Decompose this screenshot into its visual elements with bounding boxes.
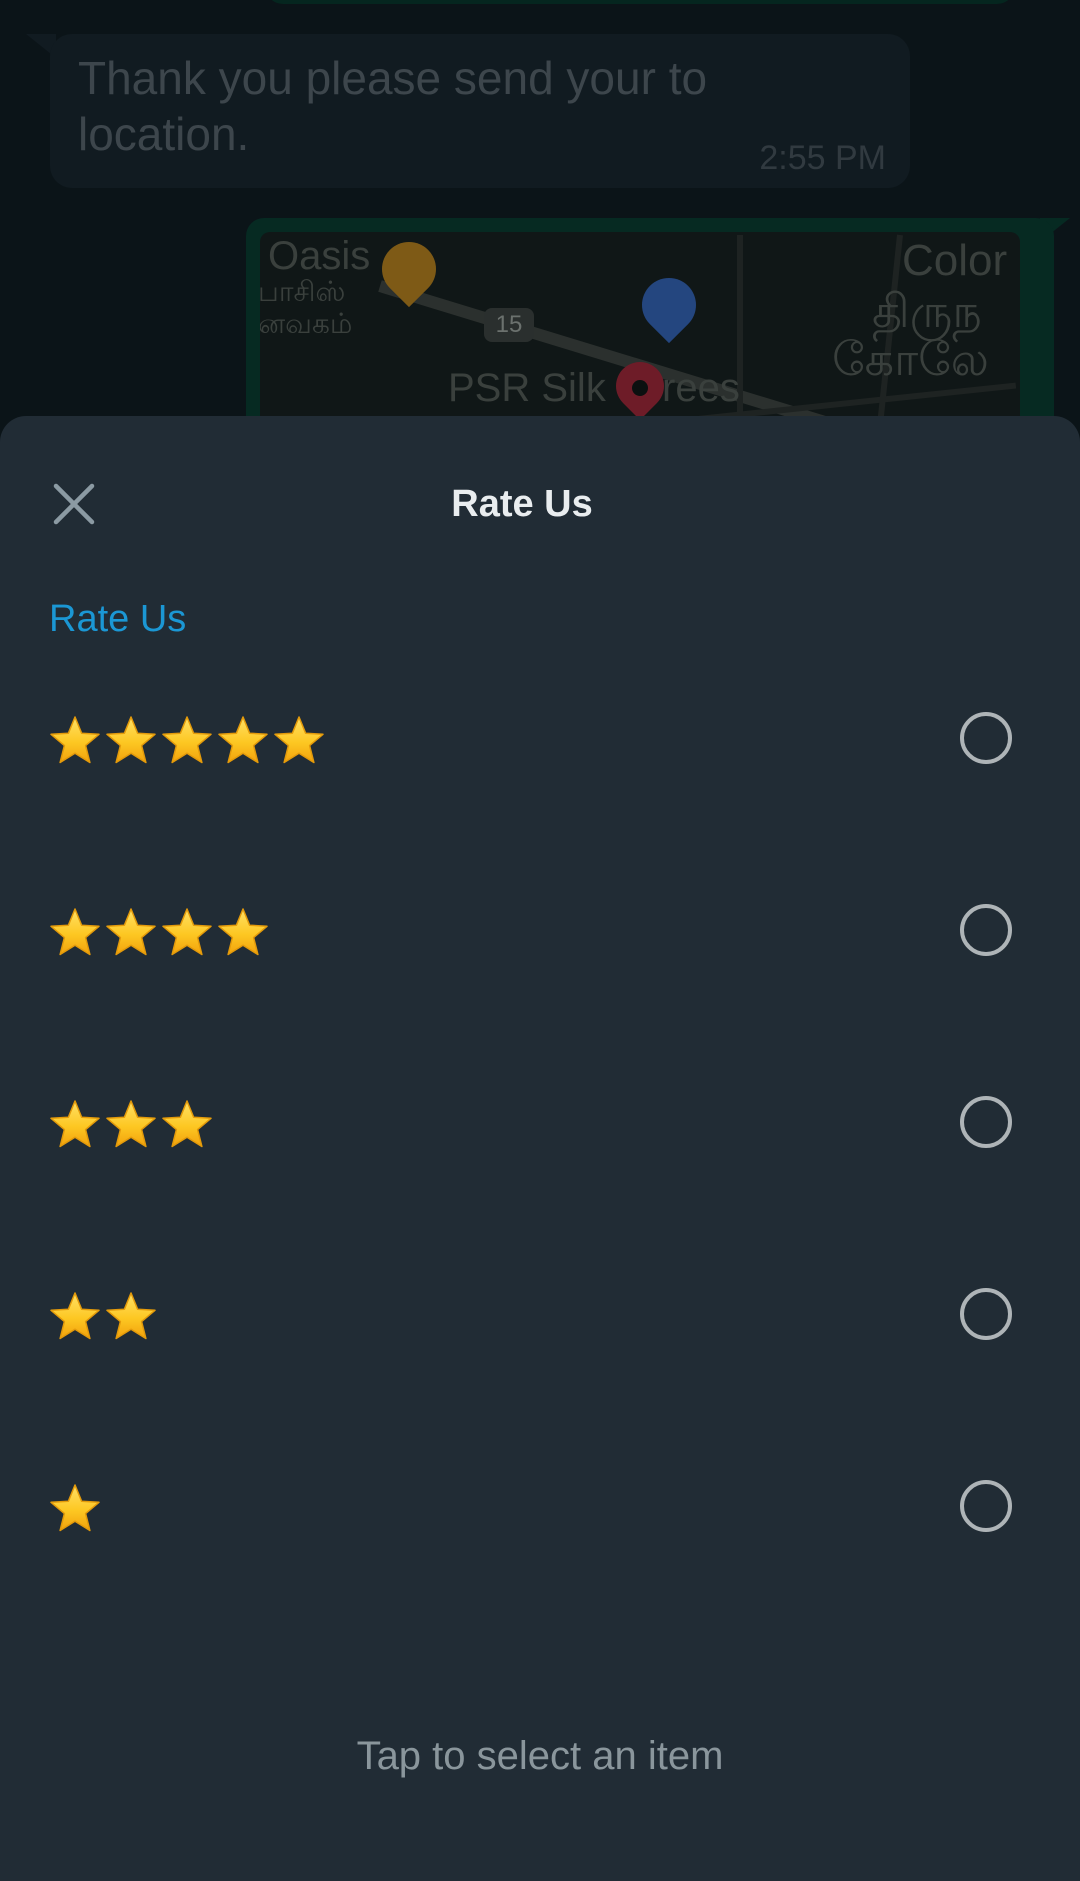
- rate-us-sheet: Rate Us Rate Us Tap to select an item: [0, 416, 1080, 1881]
- sheet-title: Rate Us: [451, 483, 593, 525]
- star-icon: [50, 908, 100, 956]
- map-label-sarees: rees: [662, 366, 740, 410]
- previous-message-bubble: [265, 0, 1015, 4]
- incoming-message-bubble: Thank you please send your to location. …: [50, 34, 910, 188]
- map-label-psr: PSR Silk: [448, 366, 606, 410]
- radio-unchecked-icon[interactable]: [960, 904, 1012, 956]
- star-icon: [106, 1100, 156, 1148]
- star-icon: [274, 716, 324, 764]
- rating-option-2-stars[interactable]: [0, 1218, 1080, 1410]
- rating-option-1-stars[interactable]: [0, 1410, 1080, 1602]
- star-icon: [218, 716, 268, 764]
- location-pin-dot: [632, 380, 648, 396]
- route-shield: 15: [484, 308, 534, 342]
- star-icon: [50, 1100, 100, 1148]
- star-icon: [162, 908, 212, 956]
- star-icon: [162, 1100, 212, 1148]
- map-label-color: Color: [902, 236, 1008, 285]
- star-icon: [106, 908, 156, 956]
- map-label-tamil-right-2: கோலே: [832, 333, 989, 385]
- star-icon: [106, 716, 156, 764]
- map-label-oasis-tamil: பாசிஸ்: [260, 276, 346, 307]
- star-icon: [218, 908, 268, 956]
- star-icon: [50, 1484, 100, 1532]
- radio-unchecked-icon[interactable]: [960, 1288, 1012, 1340]
- section-label: Rate Us: [49, 598, 187, 640]
- star-group: [48, 1098, 214, 1152]
- star-group: [48, 1482, 102, 1536]
- rating-option-5-stars[interactable]: [0, 642, 1080, 834]
- rating-option-4-stars[interactable]: [0, 834, 1080, 1026]
- star-icon: [162, 716, 212, 764]
- radio-unchecked-icon[interactable]: [960, 1096, 1012, 1148]
- star-group: [48, 1290, 158, 1344]
- star-icon: [106, 1292, 156, 1340]
- incoming-message-text: Thank you please send your to location.: [78, 52, 708, 160]
- rating-option-3-stars[interactable]: [0, 1026, 1080, 1218]
- route-number: 15: [495, 311, 523, 338]
- star-group: [48, 714, 326, 768]
- star-icon: [50, 716, 100, 764]
- chat-background: Thank you please send your to location. …: [0, 0, 1080, 460]
- map-label-oasis-tamil-2: னவகம்: [260, 308, 353, 339]
- map-label-oasis: Oasis: [268, 234, 371, 278]
- radio-unchecked-icon[interactable]: [960, 712, 1012, 764]
- star-icon: [50, 1292, 100, 1340]
- selection-hint: Tap to select an item: [356, 1734, 724, 1778]
- radio-unchecked-icon[interactable]: [960, 1480, 1012, 1532]
- shopping-pin-icon: [630, 266, 708, 344]
- star-group: [48, 906, 270, 960]
- incoming-message-time: 2:55 PM: [759, 139, 886, 177]
- screen: Thank you please send your to location. …: [0, 0, 1080, 1881]
